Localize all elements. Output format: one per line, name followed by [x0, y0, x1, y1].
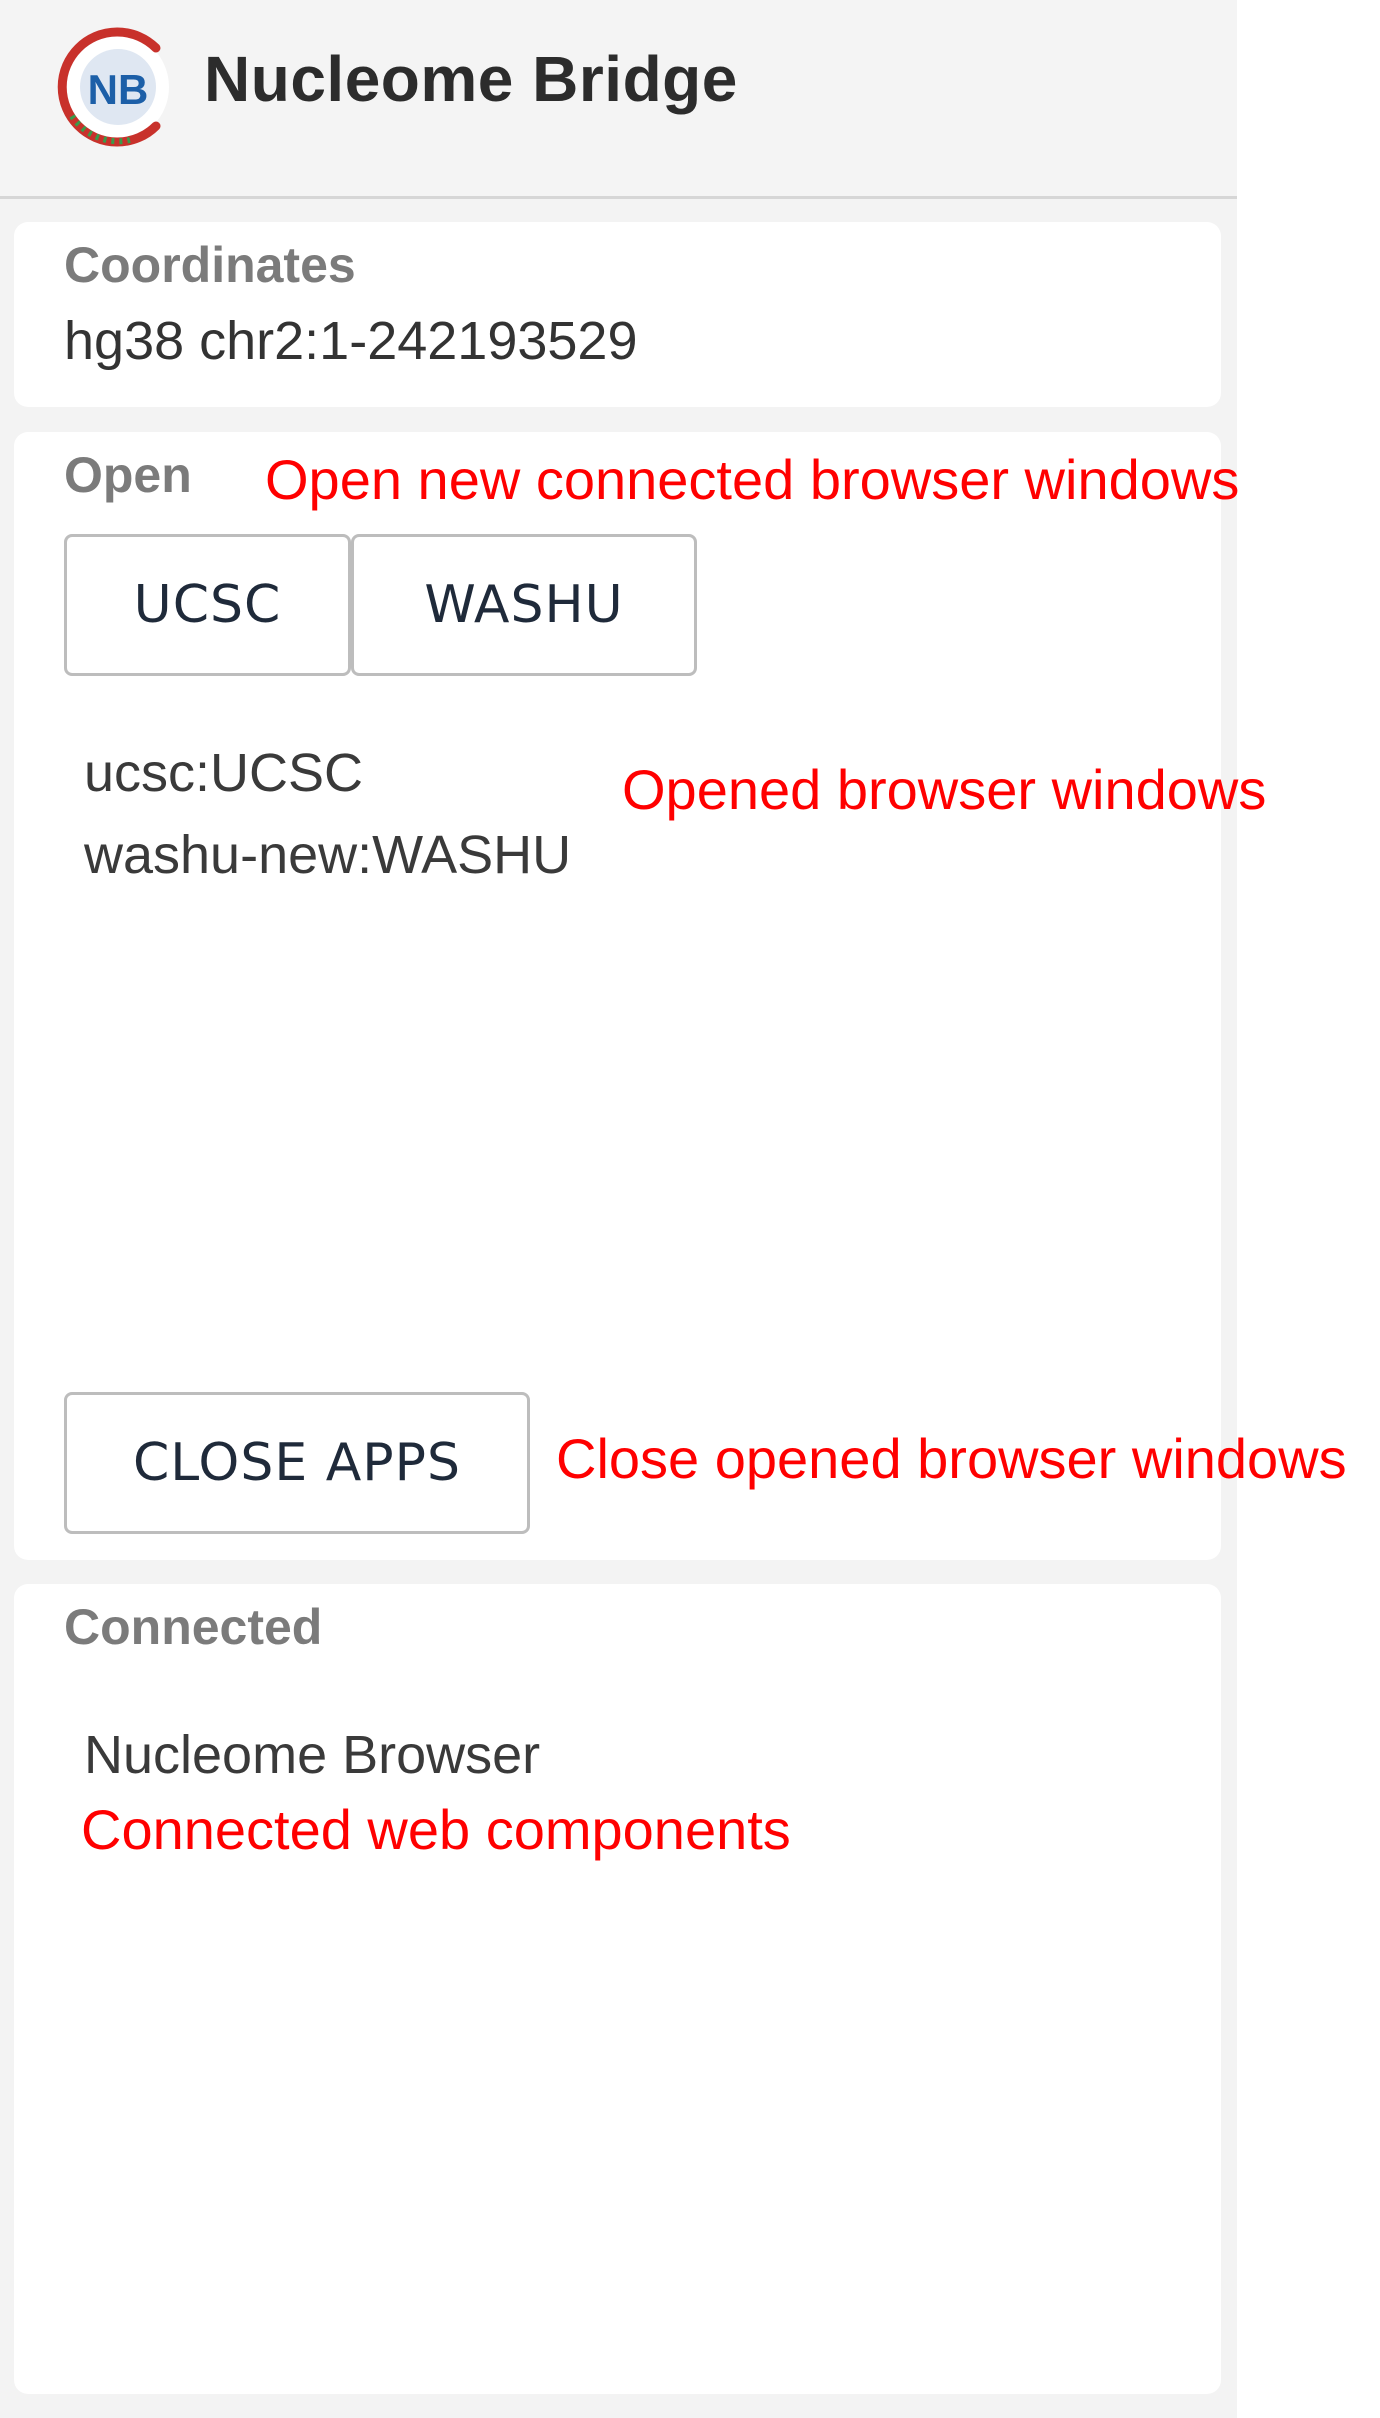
coordinates-card: Coordinates hg38 chr2:1-242193529: [14, 222, 1221, 407]
annotation-connected: Connected web components: [81, 1798, 791, 1861]
close-apps-button[interactable]: CLOSE APPS: [64, 1392, 530, 1534]
annotation-opened: Opened browser windows: [622, 758, 1267, 821]
screenshot-canvas: NB Nucleome Bridge Coordinates hg38 chr2…: [0, 0, 1380, 2418]
annotation-open-new: Open new connected browser windows: [265, 448, 1240, 511]
annotation-close: Close opened browser windows: [556, 1427, 1347, 1490]
open-label: Open: [64, 447, 192, 503]
coordinates-label: Coordinates: [64, 237, 356, 293]
connected-label: Connected: [64, 1599, 323, 1655]
opened-window-item: ucsc:UCSC: [84, 743, 364, 803]
app-header: NB Nucleome Bridge: [0, 0, 1237, 199]
logo-text: NB: [88, 66, 149, 113]
app-title: Nucleome Bridge: [204, 43, 738, 115]
connected-components-list: Nucleome Browser: [84, 1714, 540, 1796]
connected-item: Nucleome Browser: [84, 1725, 541, 1785]
opened-windows-list: ucsc:UCSC washu-new:WASHU: [84, 732, 571, 896]
open-washu-button[interactable]: WASHU: [351, 534, 697, 676]
open-ucsc-button[interactable]: UCSC: [64, 534, 351, 676]
connected-card: Connected Nucleome Browser: [14, 1584, 1221, 2394]
bridge-panel: NB Nucleome Bridge Coordinates hg38 chr2…: [0, 0, 1237, 2418]
coordinates-value: hg38 chr2:1-242193529: [64, 311, 638, 371]
nucleome-bridge-logo-icon: NB: [57, 27, 169, 147]
opened-window-item: washu-new:WASHU: [84, 825, 572, 885]
open-card: Open UCSC WASHU ucsc:UCSC washu-new:WASH…: [14, 432, 1221, 1560]
